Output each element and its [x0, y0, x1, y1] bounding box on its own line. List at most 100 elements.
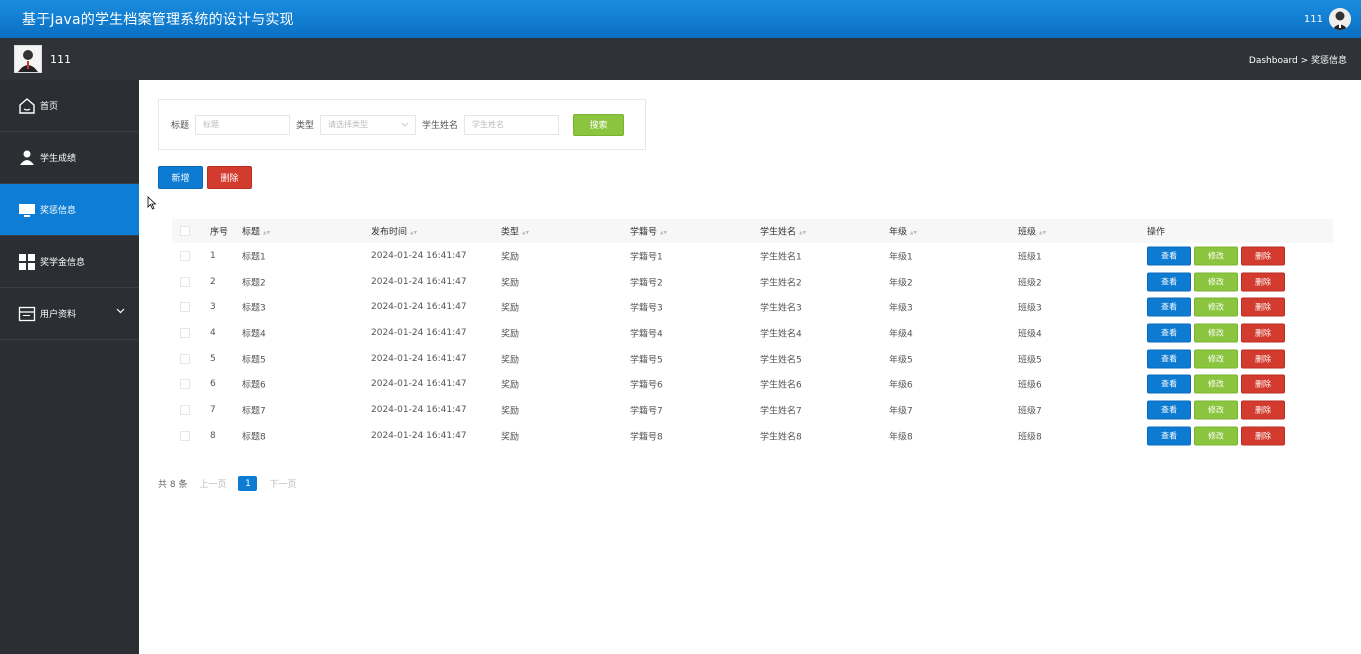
col-header-sid[interactable]: 学籍号 ▴▾ [630, 225, 667, 238]
cell-time: 2024-01-24 16:41:47 [371, 276, 467, 287]
delete-button[interactable]: 删除 [207, 166, 252, 189]
sort-icon: ▴▾ [522, 228, 530, 237]
row-delete-button[interactable]: 删除 [1241, 272, 1285, 292]
col-header-title[interactable]: 标题 ▴▾ [242, 225, 270, 238]
cell-type: 奖励 [501, 432, 520, 443]
sidebar-item-label: 首页 [40, 102, 59, 112]
row-checkbox[interactable] [180, 379, 190, 390]
col-name-label: 学生姓名 [760, 227, 797, 238]
row-checkbox[interactable] [180, 430, 190, 441]
top-username: 111 [1303, 13, 1323, 25]
breadcrumb: Dashboard > 奖惩信息 [1248, 55, 1347, 66]
view-button[interactable]: 查看 [1147, 297, 1191, 317]
sidebar-item-label: 学生成绩 [40, 154, 77, 164]
top-header: 基于Java的学生档案管理系统的设计与实现 111 [0, 0, 1361, 38]
view-button[interactable]: 查看 [1147, 374, 1191, 394]
cell-name: 学生姓名6 [760, 380, 802, 391]
row-delete-button[interactable]: 删除 [1241, 297, 1285, 317]
cell-sid: 学籍号2 [630, 278, 663, 289]
cell-grade: 年级5 [889, 355, 913, 366]
sidebar-item-scholarship[interactable]: 奖学金信息 [0, 236, 139, 288]
table-row: 5 标题5 2024-01-24 16:41:47 奖励 学籍号5 学生姓名5 年级5 班级5… [172, 346, 1333, 372]
col-title-label: 标题 [242, 227, 261, 238]
col-header-time[interactable]: 发布时间 ▴▾ [371, 225, 417, 238]
cell-grade: 年级1 [889, 252, 913, 263]
cell-name: 学生姓名8 [760, 432, 802, 443]
edit-button[interactable]: 修改 [1194, 323, 1238, 343]
sort-icon: ▴▾ [910, 228, 918, 237]
cell-type: 奖励 [501, 380, 520, 391]
cell-name: 学生姓名5 [760, 355, 802, 366]
row-checkbox[interactable] [180, 276, 190, 287]
edit-button[interactable]: 修改 [1194, 400, 1238, 420]
row-delete-button[interactable]: 删除 [1241, 323, 1285, 343]
cell-time: 2024-01-24 16:41:47 [371, 327, 467, 338]
avatar[interactable] [1329, 8, 1351, 30]
student-name-label: 学生姓名 [422, 121, 459, 131]
row-delete-button[interactable]: 删除 [1241, 400, 1285, 420]
sidebar-item-rewards[interactable]: 奖惩信息 [0, 184, 139, 236]
row-delete-button[interactable]: 删除 [1241, 374, 1285, 394]
cell-sid: 学籍号5 [630, 355, 663, 366]
edit-button[interactable]: 修改 [1194, 374, 1238, 394]
title-label: 标题 [171, 121, 190, 131]
row-delete-button[interactable]: 删除 [1241, 349, 1285, 369]
type-select-placeholder: 请选择类型 [328, 120, 369, 129]
cell-class: 班级5 [1018, 355, 1042, 366]
sidebar-item-label: 用户资料 [40, 310, 77, 320]
cell-sid: 学籍号8 [630, 432, 663, 443]
view-button[interactable]: 查看 [1147, 323, 1191, 343]
col-header-grade[interactable]: 年级 ▴▾ [889, 225, 917, 238]
student-name-input[interactable]: 学生姓名 [464, 114, 560, 135]
edit-button[interactable]: 修改 [1194, 349, 1238, 369]
row-delete-button[interactable]: 删除 [1241, 246, 1285, 266]
select-all-checkbox[interactable] [180, 226, 190, 236]
row-checkbox[interactable] [180, 250, 190, 261]
view-button[interactable]: 查看 [1147, 349, 1191, 369]
cell-sid: 学籍号7 [630, 406, 663, 417]
edit-button[interactable]: 修改 [1194, 272, 1238, 292]
cell-no: 6 [210, 379, 216, 390]
edit-button[interactable]: 修改 [1194, 426, 1238, 446]
row-checkbox[interactable] [180, 404, 190, 415]
view-button[interactable]: 查看 [1147, 426, 1191, 446]
title-search-input[interactable]: 标题 [195, 114, 291, 135]
sidebar-item-label: 奖学金信息 [40, 258, 86, 268]
type-select[interactable]: 请选择类型 [320, 114, 417, 135]
row-delete-button[interactable]: 删除 [1241, 426, 1285, 446]
row-actions: 查看 修改 删除 [1147, 349, 1285, 369]
search-button[interactable]: 搜索 [573, 113, 625, 136]
view-button[interactable]: 查看 [1147, 400, 1191, 420]
col-type-label: 类型 [501, 227, 520, 238]
col-header-name[interactable]: 学生姓名 ▴▾ [760, 225, 806, 238]
prev-page-button[interactable]: 上一页 [199, 477, 226, 490]
table-row: 7 标题7 2024-01-24 16:41:47 奖励 学籍号7 学生姓名7 年级7 班级7… [172, 397, 1333, 423]
col-header-class[interactable]: 班级 ▴▾ [1018, 225, 1046, 238]
cell-name: 学生姓名7 [760, 406, 802, 417]
sidebar-item-scores[interactable]: 学生成绩 [0, 132, 139, 184]
pagination: 共 8 条 上一页 1 下一页 [158, 476, 296, 491]
row-actions: 查看 修改 删除 [1147, 297, 1285, 317]
view-button[interactable]: 查看 [1147, 272, 1191, 292]
sidebar: 首页 学生成绩 奖惩信息 奖学金信息 用户资料 [0, 80, 139, 654]
next-page-button[interactable]: 下一页 [269, 477, 296, 490]
cell-type: 奖励 [501, 329, 520, 340]
view-button[interactable]: 查看 [1147, 246, 1191, 266]
row-checkbox[interactable] [180, 302, 190, 313]
row-checkbox[interactable] [180, 353, 190, 364]
edit-button[interactable]: 修改 [1194, 297, 1238, 317]
data-table: 序号 标题 ▴▾ 发布时间 ▴▾ 类型 ▴▾ 学籍号 ▴▾ 学生姓名 ▴▾ 年级 ▴▾ 班级… [172, 219, 1333, 449]
col-header-no: 序号 [210, 227, 229, 238]
sidebar-item-profile[interactable]: 用户资料 [0, 288, 139, 340]
sidebar-user: 111 [14, 45, 71, 73]
edit-button[interactable]: 修改 [1194, 246, 1238, 266]
sort-icon: ▴▾ [263, 228, 271, 237]
search-panel: 标题 标题 类型 请选择类型 学生姓名 学生姓名 搜索 [158, 99, 646, 150]
sidebar-item-home[interactable]: 首页 [0, 80, 139, 132]
col-header-type[interactable]: 类型 ▴▾ [501, 225, 529, 238]
current-page-button[interactable]: 1 [238, 476, 258, 491]
row-checkbox[interactable] [180, 327, 190, 338]
top-user-menu[interactable]: 111 [1304, 8, 1351, 30]
add-button[interactable]: 新增 [158, 166, 203, 189]
row-actions: 查看 修改 删除 [1147, 426, 1285, 446]
